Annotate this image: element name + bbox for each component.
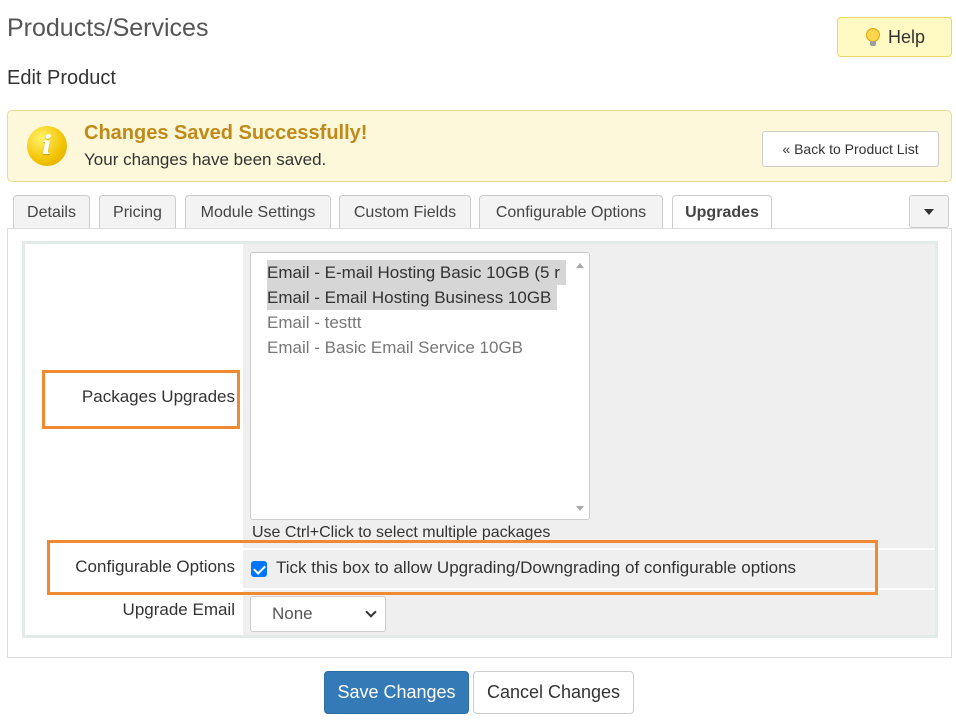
configurable-options-checkbox[interactable] [251, 561, 267, 577]
save-changes-button[interactable]: Save Changes [324, 671, 469, 714]
package-option[interactable]: Email - testtt [267, 310, 361, 335]
tab-menu-button[interactable] [909, 195, 949, 228]
scroll-up-icon[interactable] [576, 263, 584, 268]
alert-title: Changes Saved Successfully! [84, 122, 368, 144]
packages-hint: Use Ctrl+Click to select multiple packag… [252, 524, 551, 541]
help-button-label: Help [887, 26, 926, 47]
upgrade-email-select[interactable]: None [250, 596, 386, 632]
scroll-down-icon[interactable] [576, 506, 584, 511]
tab-details[interactable]: Details [13, 195, 90, 229]
row-divider [25, 548, 935, 550]
back-to-product-list-button[interactable]: « Back to Product List [762, 131, 939, 167]
alert-message: Your changes have been saved. [84, 150, 327, 169]
tab-pricing[interactable]: Pricing [99, 195, 176, 229]
row-divider [25, 588, 935, 590]
tab-custom-fields[interactable]: Custom Fields [339, 195, 471, 229]
page-title: Products/Services [7, 14, 209, 42]
tab-module-settings[interactable]: Module Settings [185, 195, 331, 229]
caret-down-icon [924, 208, 934, 215]
packages-upgrades-label: Packages Upgrades [81, 387, 235, 406]
chevron-down-icon [365, 606, 377, 618]
packages-multiselect[interactable]: Email - E-mail Hosting Basic 10GB (5 r E… [250, 252, 590, 520]
upgrade-email-value: None [272, 604, 313, 623]
tab-upgrades[interactable]: Upgrades [672, 195, 772, 230]
package-option[interactable]: Email - E-mail Hosting Basic 10GB (5 r [267, 260, 566, 285]
upgrades-form: Packages Upgrades Email - E-mail Hosting… [22, 241, 938, 638]
success-alert: i Changes Saved Successfully! Your chang… [7, 110, 952, 182]
package-option[interactable]: Email - Basic Email Service 10GB [267, 335, 523, 360]
tab-configurable-options[interactable]: Configurable Options [479, 195, 663, 229]
package-option[interactable]: Email - Email Hosting Business 10GB [267, 285, 558, 310]
upgrades-panel: Packages Upgrades Email - E-mail Hosting… [7, 228, 952, 658]
cancel-changes-button[interactable]: Cancel Changes [473, 671, 634, 714]
scrollbar[interactable] [571, 253, 589, 519]
page-subtitle: Edit Product [7, 67, 116, 89]
upgrade-email-label: Upgrade Email [122, 600, 235, 619]
lightbulb-icon [864, 27, 882, 47]
configurable-options-label: Configurable Options [75, 557, 235, 576]
help-button[interactable]: Help [837, 17, 952, 57]
info-icon: i [27, 126, 67, 166]
configurable-options-checkbox-text: Tick this box to allow Upgrading/Downgra… [276, 558, 797, 577]
